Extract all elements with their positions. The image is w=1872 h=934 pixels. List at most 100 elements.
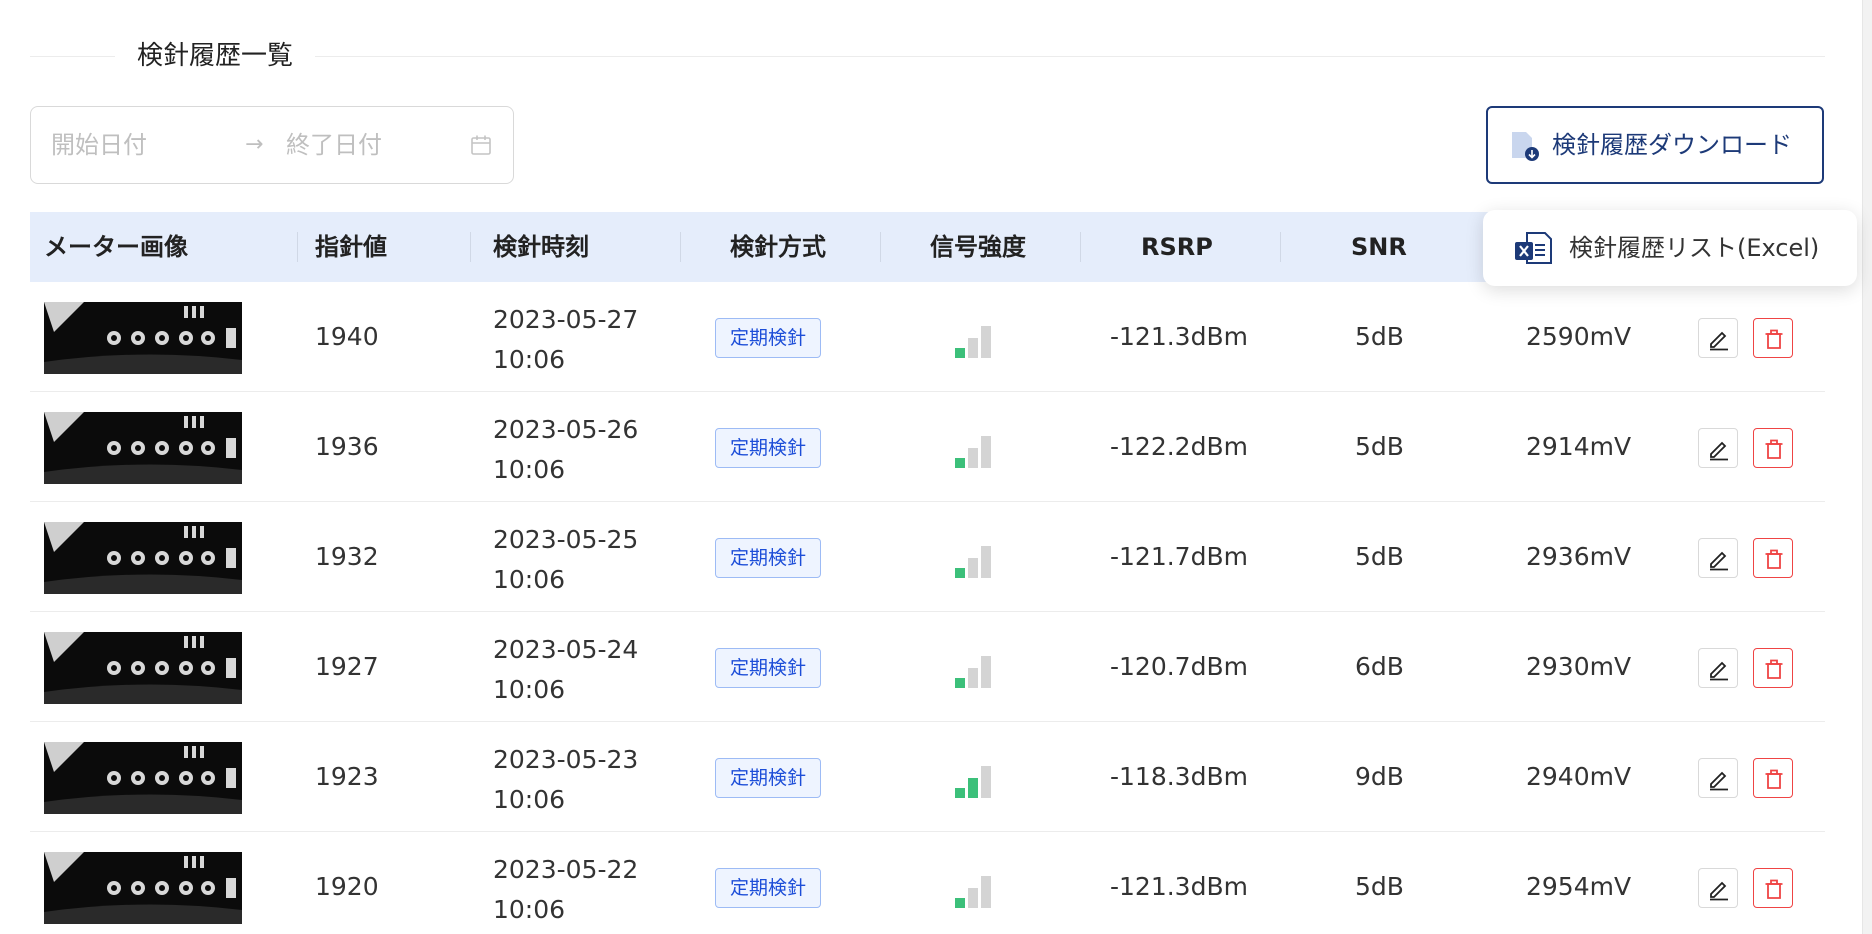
voltage-value: 2914mV bbox=[1526, 432, 1632, 461]
table-row: 1927 2023-05-24 10:06 定期検針 -120.7dBm 6dB 2930m… bbox=[30, 612, 1825, 722]
method-tag: 定期検針 bbox=[715, 428, 822, 468]
meter-image[interactable] bbox=[44, 852, 242, 924]
delete-button[interactable] bbox=[1753, 758, 1793, 798]
meter-photo bbox=[44, 302, 242, 374]
signal-bar bbox=[981, 766, 991, 798]
voltage-value: 2954mV bbox=[1526, 872, 1632, 901]
trash-icon bbox=[1765, 439, 1783, 459]
trash-icon bbox=[1765, 659, 1783, 679]
rsrp-value: -118.3dBm bbox=[1110, 762, 1248, 791]
reading-value: 1932 bbox=[315, 542, 379, 571]
rsrp-value: -122.2dBm bbox=[1110, 432, 1248, 461]
excel-file-icon bbox=[1515, 232, 1552, 264]
signal-bar bbox=[968, 448, 978, 468]
calendar-icon[interactable] bbox=[469, 133, 493, 157]
column-separator bbox=[880, 232, 881, 262]
meter-image[interactable] bbox=[44, 742, 242, 814]
method-tag: 定期検針 bbox=[715, 648, 822, 688]
reading-time: 2023-05-24 10:06 bbox=[493, 630, 638, 710]
reading-date: 2023-05-22 bbox=[493, 855, 639, 884]
table-row: 1932 2023-05-25 10:06 定期検針 -121.7dBm 5dB 2936m… bbox=[30, 502, 1825, 612]
end-date-input[interactable]: 終了日付 bbox=[286, 107, 382, 183]
column-header-signal-strength: 信号強度 bbox=[930, 233, 1026, 261]
column-separator bbox=[470, 232, 471, 262]
reading-clock: 10:06 bbox=[493, 785, 566, 814]
meter-photo bbox=[44, 742, 242, 814]
trash-icon bbox=[1765, 549, 1783, 569]
column-separator bbox=[1280, 232, 1281, 262]
meter-photo bbox=[44, 522, 242, 594]
date-range-picker[interactable]: 開始日付 → 終了日付 bbox=[30, 106, 514, 184]
edit-button[interactable] bbox=[1698, 648, 1738, 688]
edit-button[interactable] bbox=[1698, 538, 1738, 578]
delete-button[interactable] bbox=[1753, 318, 1793, 358]
signal-bar bbox=[955, 348, 965, 358]
vertical-scrollbar[interactable] bbox=[1862, 0, 1872, 934]
column-separator bbox=[680, 232, 681, 262]
delete-button[interactable] bbox=[1753, 648, 1793, 688]
download-dropdown-menu: 検針履歴リスト(Excel) bbox=[1483, 210, 1857, 286]
meter-history-table: メーター画像 指針値 検針時刻 検針方式 信号強度 RSRP SNR 1940 2… bbox=[30, 212, 1825, 934]
column-header-rsrp: RSRP bbox=[1141, 233, 1213, 261]
section-divider: 検針履歴一覧 bbox=[30, 36, 1825, 76]
signal-bar bbox=[955, 788, 965, 798]
voltage-value: 2940mV bbox=[1526, 762, 1632, 791]
start-date-input[interactable]: 開始日付 bbox=[51, 107, 147, 183]
edit-button[interactable] bbox=[1698, 318, 1738, 358]
method-tag: 定期検針 bbox=[715, 318, 822, 358]
reading-value: 1940 bbox=[315, 322, 379, 351]
reading-time: 2023-05-25 10:06 bbox=[493, 520, 638, 600]
delete-button[interactable] bbox=[1753, 868, 1793, 908]
column-header-reading-method: 検針方式 bbox=[730, 233, 826, 261]
meter-photo bbox=[44, 632, 242, 704]
snr-value: 6dB bbox=[1355, 652, 1404, 681]
meter-image[interactable] bbox=[44, 632, 242, 704]
method-tag: 定期検針 bbox=[715, 538, 822, 578]
table-row: 1940 2023-05-27 10:06 定期検針 -121.3dBm 5dB 2590m… bbox=[30, 282, 1825, 392]
signal-strength-icon bbox=[955, 652, 999, 688]
reading-date: 2023-05-25 bbox=[493, 525, 639, 554]
delete-button[interactable] bbox=[1753, 428, 1793, 468]
reading-date: 2023-05-24 bbox=[493, 635, 639, 664]
rsrp-value: -120.7dBm bbox=[1110, 652, 1248, 681]
edit-button[interactable] bbox=[1698, 868, 1738, 908]
table-body: 1940 2023-05-27 10:06 定期検針 -121.3dBm 5dB 2590m… bbox=[30, 282, 1825, 934]
menu-item-excel-export[interactable]: 検針履歴リスト(Excel) bbox=[1483, 210, 1857, 286]
reading-clock: 10:06 bbox=[493, 675, 566, 704]
pencil-icon bbox=[1710, 771, 1728, 791]
rsrp-value: -121.3dBm bbox=[1110, 322, 1248, 351]
edit-button[interactable] bbox=[1698, 758, 1738, 798]
signal-bar bbox=[955, 678, 965, 688]
snr-value: 5dB bbox=[1355, 872, 1404, 901]
method-tag: 定期検針 bbox=[715, 758, 822, 798]
method-tag: 定期検針 bbox=[715, 868, 822, 908]
rsrp-value: -121.7dBm bbox=[1110, 542, 1248, 571]
reading-value: 1920 bbox=[315, 872, 379, 901]
reading-date: 2023-05-26 bbox=[493, 415, 639, 444]
reading-time: 2023-05-26 10:06 bbox=[493, 410, 638, 490]
column-separator bbox=[297, 232, 298, 262]
trash-icon bbox=[1765, 769, 1783, 789]
delete-button[interactable] bbox=[1753, 538, 1793, 578]
trash-icon bbox=[1765, 879, 1783, 899]
signal-bar bbox=[981, 656, 991, 688]
table-row: 1936 2023-05-26 10:06 定期検針 -122.2dBm 5dB 2914m… bbox=[30, 392, 1825, 502]
pencil-icon bbox=[1710, 661, 1728, 681]
meter-image[interactable] bbox=[44, 302, 242, 374]
meter-image[interactable] bbox=[44, 412, 242, 484]
column-header-reading-value: 指針値 bbox=[315, 233, 387, 261]
column-header-snr: SNR bbox=[1351, 233, 1407, 261]
signal-strength-icon bbox=[955, 542, 999, 578]
signal-bar bbox=[968, 558, 978, 578]
meter-photo bbox=[44, 412, 242, 484]
reading-value: 1936 bbox=[315, 432, 379, 461]
reading-time: 2023-05-27 10:06 bbox=[493, 300, 638, 380]
download-history-button[interactable]: 検針履歴ダウンロード bbox=[1486, 106, 1824, 184]
signal-bar bbox=[968, 778, 978, 798]
reading-clock: 10:06 bbox=[493, 455, 566, 484]
reading-clock: 10:06 bbox=[493, 895, 566, 924]
snr-value: 9dB bbox=[1355, 762, 1404, 791]
meter-image[interactable] bbox=[44, 522, 242, 594]
signal-bar bbox=[955, 458, 965, 468]
edit-button[interactable] bbox=[1698, 428, 1738, 468]
